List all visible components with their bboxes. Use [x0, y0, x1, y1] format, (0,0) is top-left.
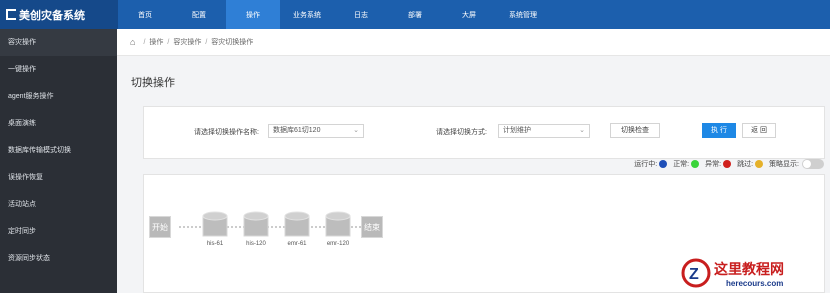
legend-skip-label: 跳过:	[737, 161, 754, 168]
breadcrumb-item-current: 容灾切换操作	[211, 39, 254, 46]
db-node-label: his-120	[246, 241, 266, 247]
breadcrumb-separator: /	[205, 38, 208, 46]
top-navbar: 美创灾备系统 首页 配置 操作 业务系统 日志 部署 大屏 系统管理	[0, 0, 830, 29]
skip-dot-icon	[755, 160, 764, 168]
breadcrumb-item-operation[interactable]: 操作	[149, 37, 163, 47]
db-node-label: emr-120	[326, 241, 350, 247]
chevron-down-icon: ⌄	[353, 127, 359, 134]
switch-name-value: 数据库61切120	[273, 127, 321, 134]
switch-mode-value: 计划维护	[503, 127, 531, 134]
main-nav: 首页 配置 操作 业务系统 日志 部署 大屏 系统管理	[118, 0, 550, 29]
sidebar-item-misoperation-recovery[interactable]: 误操作恢复	[0, 164, 117, 191]
logo-icon	[6, 9, 16, 20]
breadcrumb-item-disaster-operation[interactable]: 容灾操作	[173, 37, 201, 47]
back-button[interactable]: 返 回	[742, 123, 776, 138]
chevron-down-icon: ⌄	[579, 127, 585, 134]
switch-name-select[interactable]: 数据库61切120 ⌄	[268, 124, 364, 138]
main-area: ⌂ / 操作 / 容灾操作 / 容灾切换操作 切换操作 请选择切换操作名称: 数…	[117, 29, 830, 293]
nav-big-screen[interactable]: 大屏	[442, 0, 496, 29]
error-dot-icon	[723, 160, 732, 168]
watermark: Z 这里教程网 herecours.com	[676, 255, 826, 291]
normal-dot-icon	[691, 160, 700, 168]
switch-check-button[interactable]: 切换检查	[610, 123, 660, 138]
nav-business-system[interactable]: 业务系统	[280, 0, 334, 29]
nav-system-management[interactable]: 系统管理	[496, 0, 550, 29]
legend-error-label: 异常:	[705, 161, 722, 168]
nav-deploy[interactable]: 部署	[388, 0, 442, 29]
nav-config[interactable]: 配置	[172, 0, 226, 29]
breadcrumb-separator: /	[143, 38, 146, 46]
switch-form: 请选择切换操作名称: 数据库61切120 ⌄ 请选择切换方式: 计划维护 ⌄ 切…	[143, 106, 825, 159]
sidebar-item-active-site[interactable]: 活动站点	[0, 191, 117, 218]
breadcrumb: ⌂ / 操作 / 容灾操作 / 容灾切换操作	[117, 29, 830, 56]
brand-name: 美创灾备系统	[19, 9, 85, 22]
svg-text:Z: Z	[689, 266, 699, 283]
watermark-title: 这里教程网	[714, 263, 784, 278]
db-node-icon[interactable]	[202, 211, 228, 237]
legend-strategy-label: 策略显示:	[769, 161, 799, 168]
nav-log[interactable]: 日志	[334, 0, 388, 29]
running-dot-icon	[659, 160, 668, 168]
db-node-icon[interactable]	[243, 211, 269, 237]
nav-home[interactable]: 首页	[118, 0, 172, 29]
execute-button[interactable]: 执 行	[702, 123, 736, 138]
switch-name-label: 请选择切换操作名称:	[194, 129, 259, 136]
page-title: 切换操作	[131, 77, 175, 89]
sidebar: 容灾操作 一键操作 agent服务操作 桌面演练 数据库传输模式切换 误操作恢复…	[0, 29, 117, 293]
legend-running-label: 运行中:	[634, 161, 658, 168]
switch-mode-label: 请选择切换方式:	[436, 129, 487, 136]
flow-start-node[interactable]: 开始	[149, 216, 171, 238]
db-node-label: emr-61	[287, 241, 307, 247]
flow-end-node[interactable]: 结束	[361, 216, 383, 238]
strategy-display-toggle[interactable]	[802, 159, 824, 169]
sidebar-item-disaster-operation[interactable]: 容灾操作	[0, 29, 117, 56]
watermark-url: herecours.com	[726, 279, 784, 288]
watermark-logo-icon: Z	[681, 258, 711, 288]
sidebar-item-resource-sync-status[interactable]: 资源同步状态	[0, 245, 117, 272]
sidebar-item-agent-service[interactable]: agent服务操作	[0, 83, 117, 110]
switch-mode-select[interactable]: 计划维护 ⌄	[498, 124, 590, 138]
db-node-icon[interactable]	[325, 211, 351, 237]
nav-operation[interactable]: 操作	[226, 0, 280, 29]
db-node-icon[interactable]	[284, 211, 310, 237]
breadcrumb-separator: /	[167, 38, 170, 46]
home-icon[interactable]: ⌂	[130, 37, 135, 47]
brand[interactable]: 美创灾备系统	[0, 0, 118, 29]
legend-normal-label: 正常:	[673, 161, 690, 168]
status-legend: 运行中: 正常: 异常: 跳过: 策略显示:	[634, 159, 824, 169]
db-node-label: his-61	[206, 241, 224, 247]
sidebar-item-one-click[interactable]: 一键操作	[0, 56, 117, 83]
sidebar-item-db-transfer-mode[interactable]: 数据库传输模式切换	[0, 137, 117, 164]
sidebar-item-scheduled-sync[interactable]: 定时同步	[0, 218, 117, 245]
sidebar-item-desktop-drill[interactable]: 桌面演练	[0, 110, 117, 137]
